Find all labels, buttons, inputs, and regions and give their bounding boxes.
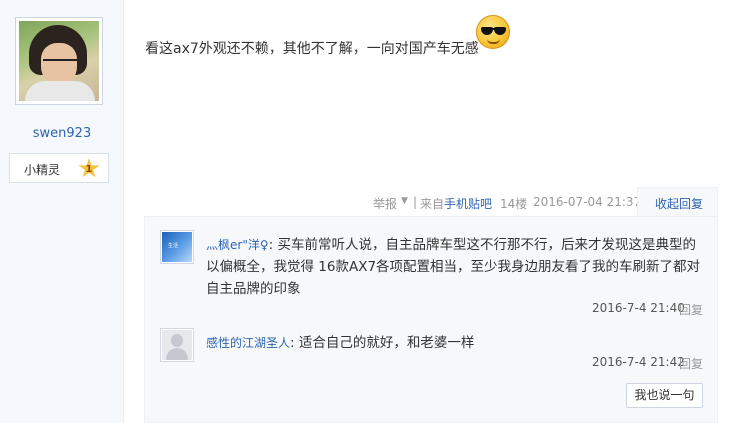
post-timestamp: 2016-07-04 21:37	[533, 195, 642, 209]
floor-number: 14楼	[500, 197, 528, 211]
meta-from-prefix: 来自	[420, 197, 445, 211]
default-avatar-icon	[162, 330, 192, 360]
member-badge[interactable]: 小精灵 1	[9, 153, 109, 183]
reply-avatar[interactable]	[160, 328, 194, 362]
reply-avatar[interactable]: 生活	[160, 230, 194, 264]
sunglasses-emoji-icon	[476, 15, 510, 49]
reply-timestamp: 2016-7-4 21:40	[592, 301, 685, 315]
reply-text: : 买车前常听人说，自主品牌车型这不行那不行，后来才发现这是典型的以偏概全，我觉…	[206, 237, 701, 297]
reply-timestamp: 2016-7-4 21:42	[592, 355, 685, 369]
report-dropdown-icon[interactable]: ▼	[401, 196, 408, 206]
author-username[interactable]: swen923	[0, 126, 124, 141]
author-avatar[interactable]	[15, 17, 103, 105]
meta-separator: |	[413, 195, 418, 209]
reply-username[interactable]: 感性的江湖圣人	[206, 336, 290, 350]
reply-link[interactable]: 回复	[679, 301, 703, 318]
client-link[interactable]: 手机贴吧	[444, 195, 492, 212]
add-reply-button[interactable]: 我也说一句	[626, 383, 703, 408]
report-link[interactable]: 举报	[373, 195, 397, 212]
reply-username[interactable]: 灬枫er"洋♀	[206, 238, 269, 252]
level-star-icon: 1	[78, 158, 100, 178]
reply-item: 感性的江湖圣人: 适合自己的就好，和老婆一样	[206, 331, 474, 351]
badge-label: 小精灵	[24, 163, 61, 177]
avatar-image: 生活	[162, 232, 192, 262]
avatar-image	[19, 21, 99, 101]
collapse-replies-button[interactable]: 收起回复	[655, 195, 703, 212]
reply-link[interactable]: 回复	[679, 355, 703, 372]
author-sidebar: swen923 小精灵 1	[0, 0, 124, 423]
post-content: 看这ax7外观还不赖，其他不了解，一向对国产车无感	[145, 41, 479, 57]
reply-item: 灬枫er"洋♀: 买车前常听人说，自主品牌车型这不行那不行，后来才发现这是典型的…	[206, 234, 706, 300]
reply-text: : 适合自己的就好，和老婆一样	[290, 335, 475, 351]
